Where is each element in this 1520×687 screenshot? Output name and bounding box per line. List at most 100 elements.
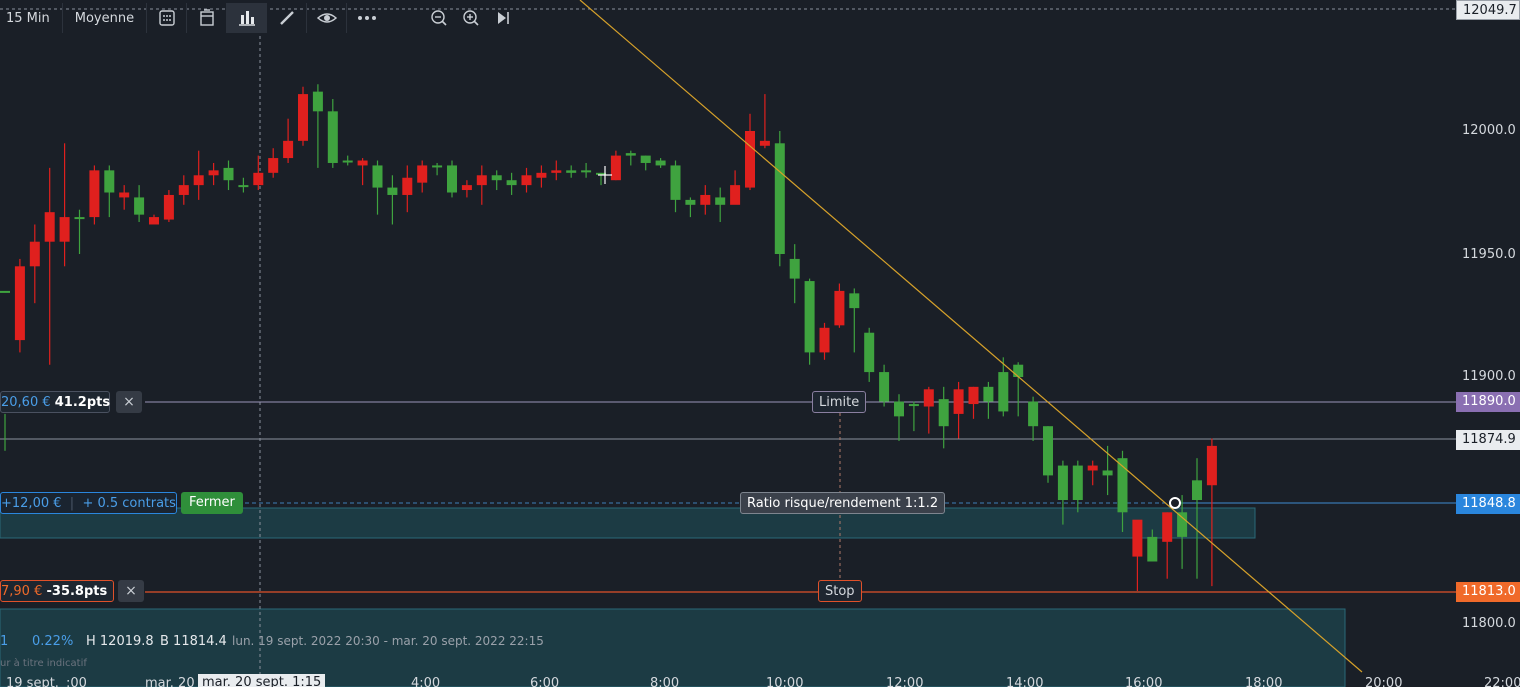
zoom-out-icon[interactable] [423,3,455,33]
position-pill[interactable]: +12,00 € | + 0.5 contrats [0,492,177,514]
trend-line[interactable] [579,0,1363,673]
candle-body [1162,512,1173,542]
candle-body [208,170,219,176]
axis-price-11950: 11950.0 [1462,247,1516,262]
candle-body [134,197,145,215]
time-label-16: 16:00 [1125,676,1163,687]
candle-body [834,290,845,326]
info-change: 0.22% [32,633,74,649]
candle-body [461,185,472,191]
candle-body [74,217,85,220]
candle-body [700,194,711,205]
entry-price-label: 11848.8 [1456,494,1520,514]
ohlc-info-bar: 1 0.22% H 12019.8 B 11814.4 lun. 19 sept… [0,632,544,650]
more-icon[interactable] [347,3,387,33]
stop-tag[interactable]: Stop [818,580,862,602]
axis-price-11900: 11900.0 [1462,369,1516,384]
position-contracts: + 0.5 contrats [82,496,176,511]
stop-close-icon[interactable]: × [118,580,144,602]
indicative-note: ur à titre indicatif [0,658,87,669]
interval-selector[interactable]: 15 Min [0,3,63,33]
close-position-button[interactable]: Fermer [181,492,243,514]
trend-line-handle[interactable] [1169,497,1181,509]
candle-body [163,194,174,220]
candle-body [283,140,294,159]
time-label-12: 12:00 [886,676,924,687]
candle-body [298,94,308,141]
candle-body [923,389,934,407]
average-selector[interactable]: Moyenne [63,3,148,33]
limit-tag[interactable]: Limite [812,391,867,413]
candle-body [670,165,681,200]
candle-body [223,167,234,181]
cursor-date-label: mar. 20 sept. 1:15 [198,674,326,687]
axis-price-12000: 12000.0 [1462,123,1516,138]
candle-body [1132,519,1143,557]
info-first: 1 [0,633,9,649]
limit-price-label: 11890.0 [1456,392,1520,412]
info-low: B 11814.4 [160,633,227,649]
info-high: H 12019.8 [86,633,154,649]
candle-body [327,111,338,163]
pencil-icon[interactable] [267,3,308,33]
time-label-6: 6:00 [530,676,560,687]
calculator-icon[interactable] [147,3,188,33]
stop-order-pill[interactable]: 7,90 € -35.8pts [0,580,114,602]
limit-points: 41.2pts [54,395,111,410]
date-label-left: 19 sept. [6,676,59,687]
candle-body [685,199,696,205]
candle-body [104,170,115,193]
candle-body [864,332,875,373]
candle-body [774,143,785,254]
candle-body [968,386,979,405]
candle-body [44,212,55,242]
axis-top-price: 12049.7 [1456,0,1520,20]
candle-body [953,389,964,414]
candle-body [879,372,890,402]
limit-close-icon[interactable]: × [116,391,142,413]
candle-body [625,153,636,156]
candle-body [14,266,25,341]
candle-body [1013,364,1024,377]
candle-body [715,197,726,205]
candle-body [506,180,517,186]
time-label-0: :00 [66,676,87,687]
limit-order-pill[interactable]: 20,60 € 41.2pts [0,391,110,413]
chart-toolbar: 15 Min Moyenne [0,0,519,36]
zoom-in-icon[interactable] [455,3,487,33]
candle-body [610,155,621,181]
risk-reward-badge: Ratio risque/rendement 1:1.2 [740,492,946,514]
candle-body [29,241,40,267]
eye-icon[interactable] [307,3,348,33]
candle-body [908,404,919,407]
candle-body [804,281,815,353]
position-value: +12,00 € [1,496,62,511]
candle-body [447,165,457,193]
scroll-to-end-icon[interactable] [487,3,519,33]
candle-body [1206,445,1217,486]
candle-body [178,185,189,195]
stop-points: -35.8pts [46,584,108,599]
candle-body [745,131,755,188]
bar-chart-icon[interactable] [227,3,268,33]
candle-body [253,172,264,186]
info-range: lun. 19 sept. 2022 20:30 - mar. 20 sept.… [232,634,544,648]
candle-body [357,160,368,166]
candle-body [491,175,502,181]
candle-body [1072,465,1083,500]
time-label-20: 20:00 [1365,676,1403,687]
chart-canvas[interactable] [0,0,1520,687]
trading-chart-screen: 15 Min Moyenne 12049.7 12000.0 11950.0 1… [0,0,1520,687]
time-label-18: 18:00 [1245,676,1283,687]
candle-body [119,192,130,198]
candle-body [238,185,249,188]
candle-body [1192,480,1202,500]
candle-body [581,170,592,173]
candle-body [1147,536,1158,562]
stop-price-label: 11813.0 [1456,582,1520,602]
template-icon[interactable] [187,3,228,33]
time-label-4: 4:00 [411,676,441,687]
candle-body [551,170,562,173]
candle-body [819,327,830,353]
axis-price-11800: 11800.0 [1462,616,1516,631]
